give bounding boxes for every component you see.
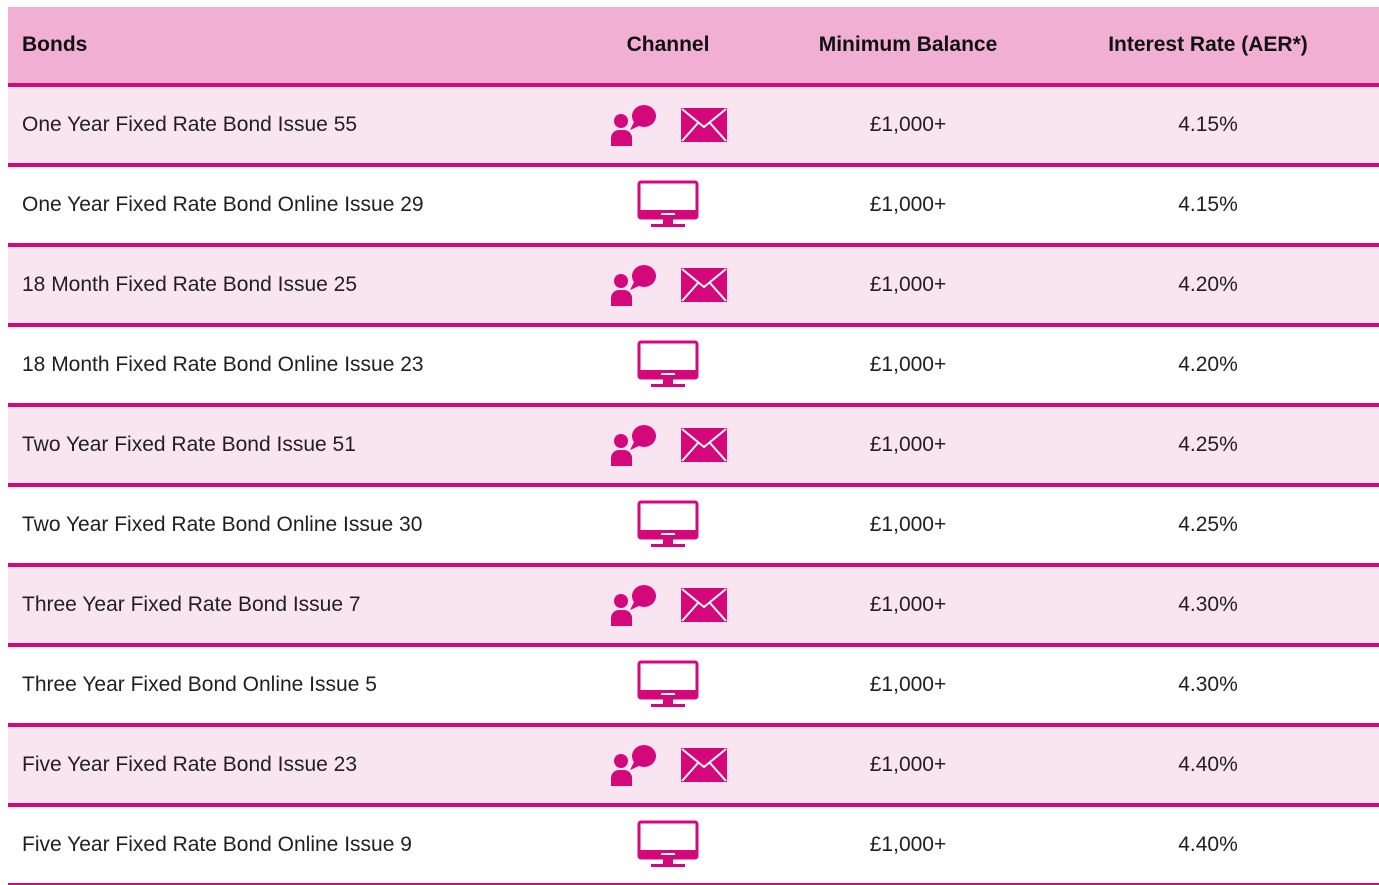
table-row: 18 Month Fixed Rate Bond Online Issue 23…: [8, 327, 1379, 407]
person-speech-icon: [608, 744, 658, 786]
person-speech-icon: [608, 584, 658, 626]
channel-icons: [608, 264, 728, 306]
bond-name: Three Year Fixed Bond Online Issue 5: [22, 673, 377, 696]
person-speech-icon: [608, 104, 658, 146]
channel-icons: [637, 500, 699, 550]
interest-rate: 4.40%: [1178, 833, 1238, 856]
channel-cell: [568, 727, 768, 803]
minimum-balance: £1,000+: [869, 513, 947, 536]
minimum-balance: £1,000+: [869, 673, 947, 696]
header-channel: Channel: [626, 33, 710, 56]
envelope-icon: [680, 107, 728, 143]
table-row: Two Year Fixed Rate Bond Online Issue 30…: [8, 487, 1379, 567]
header-bonds: Bonds: [22, 33, 88, 56]
bond-name: Five Year Fixed Rate Bond Online Issue 9: [22, 833, 412, 856]
envelope-icon: [680, 267, 728, 303]
channel-icons: [608, 584, 728, 626]
table-header: Bonds Channel Minimum Balance Interest R…: [8, 7, 1379, 87]
channel-icons: [637, 180, 699, 230]
bonds-table: Bonds Channel Minimum Balance Interest R…: [8, 7, 1379, 885]
bond-name: Five Year Fixed Rate Bond Issue 23: [22, 753, 358, 776]
minimum-balance: £1,000+: [869, 753, 947, 776]
minimum-balance: £1,000+: [869, 113, 947, 136]
table-row: Three Year Fixed Bond Online Issue 5 £1,…: [8, 647, 1379, 727]
minimum-balance: £1,000+: [869, 273, 947, 296]
minimum-balance: £1,000+: [869, 193, 947, 216]
table-row: One Year Fixed Rate Bond Online Issue 29…: [8, 167, 1379, 247]
bond-name: One Year Fixed Rate Bond Online Issue 29: [22, 193, 424, 216]
header-interest-rate: Interest Rate (AER*): [1108, 33, 1308, 56]
bond-name: Two Year Fixed Rate Bond Online Issue 30: [22, 513, 423, 536]
computer-monitor-icon: [637, 340, 699, 390]
interest-rate: 4.30%: [1178, 673, 1238, 696]
table-row: Three Year Fixed Rate Bond Issue 7 £1,00…: [8, 567, 1379, 647]
interest-rate: 4.20%: [1178, 273, 1238, 296]
channel-icons: [608, 744, 728, 786]
interest-rate: 4.25%: [1178, 433, 1238, 456]
interest-rate: 4.20%: [1178, 353, 1238, 376]
bond-name: 18 Month Fixed Rate Bond Issue 25: [22, 273, 358, 296]
computer-monitor-icon: [637, 500, 699, 550]
interest-rate: 4.25%: [1178, 513, 1238, 536]
table-body: One Year Fixed Rate Bond Issue 55 £1,000…: [8, 87, 1379, 885]
envelope-icon: [680, 427, 728, 463]
channel-icons: [637, 660, 699, 710]
channel-cell: [568, 647, 768, 723]
interest-rate: 4.15%: [1178, 193, 1238, 216]
channel-icons: [637, 340, 699, 390]
channel-cell: [568, 407, 768, 483]
table-row: Two Year Fixed Rate Bond Issue 51 £1,000…: [8, 407, 1379, 487]
computer-monitor-icon: [637, 180, 699, 230]
minimum-balance: £1,000+: [869, 433, 947, 456]
minimum-balance: £1,000+: [869, 593, 947, 616]
table-row: Five Year Fixed Rate Bond Issue 23 £1,00…: [8, 727, 1379, 807]
header-minimum-balance: Minimum Balance: [818, 33, 998, 56]
computer-monitor-icon: [637, 660, 699, 710]
interest-rate: 4.15%: [1178, 113, 1238, 136]
interest-rate: 4.30%: [1178, 593, 1238, 616]
channel-cell: [568, 87, 768, 163]
person-speech-icon: [608, 424, 658, 466]
channel-cell: [568, 247, 768, 323]
table-row: 18 Month Fixed Rate Bond Issue 25 £1,000…: [8, 247, 1379, 327]
person-speech-icon: [608, 264, 658, 306]
channel-cell: [568, 807, 768, 883]
computer-monitor-icon: [637, 820, 699, 870]
bond-name: Two Year Fixed Rate Bond Issue 51: [22, 433, 356, 456]
channel-cell: [568, 487, 768, 563]
envelope-icon: [680, 747, 728, 783]
channel-icons: [608, 104, 728, 146]
bond-name: Three Year Fixed Rate Bond Issue 7: [22, 593, 361, 616]
minimum-balance: £1,000+: [869, 353, 947, 376]
channel-icons: [608, 424, 728, 466]
bond-name: One Year Fixed Rate Bond Issue 55: [22, 113, 358, 136]
table-row: One Year Fixed Rate Bond Issue 55 £1,000…: [8, 87, 1379, 167]
channel-icons: [637, 820, 699, 870]
channel-cell: [568, 327, 768, 403]
channel-cell: [568, 567, 768, 643]
bond-name: 18 Month Fixed Rate Bond Online Issue 23: [22, 353, 424, 376]
envelope-icon: [680, 587, 728, 623]
channel-cell: [568, 167, 768, 243]
interest-rate: 4.40%: [1178, 753, 1238, 776]
minimum-balance: £1,000+: [869, 833, 947, 856]
table-row: Five Year Fixed Rate Bond Online Issue 9…: [8, 807, 1379, 885]
